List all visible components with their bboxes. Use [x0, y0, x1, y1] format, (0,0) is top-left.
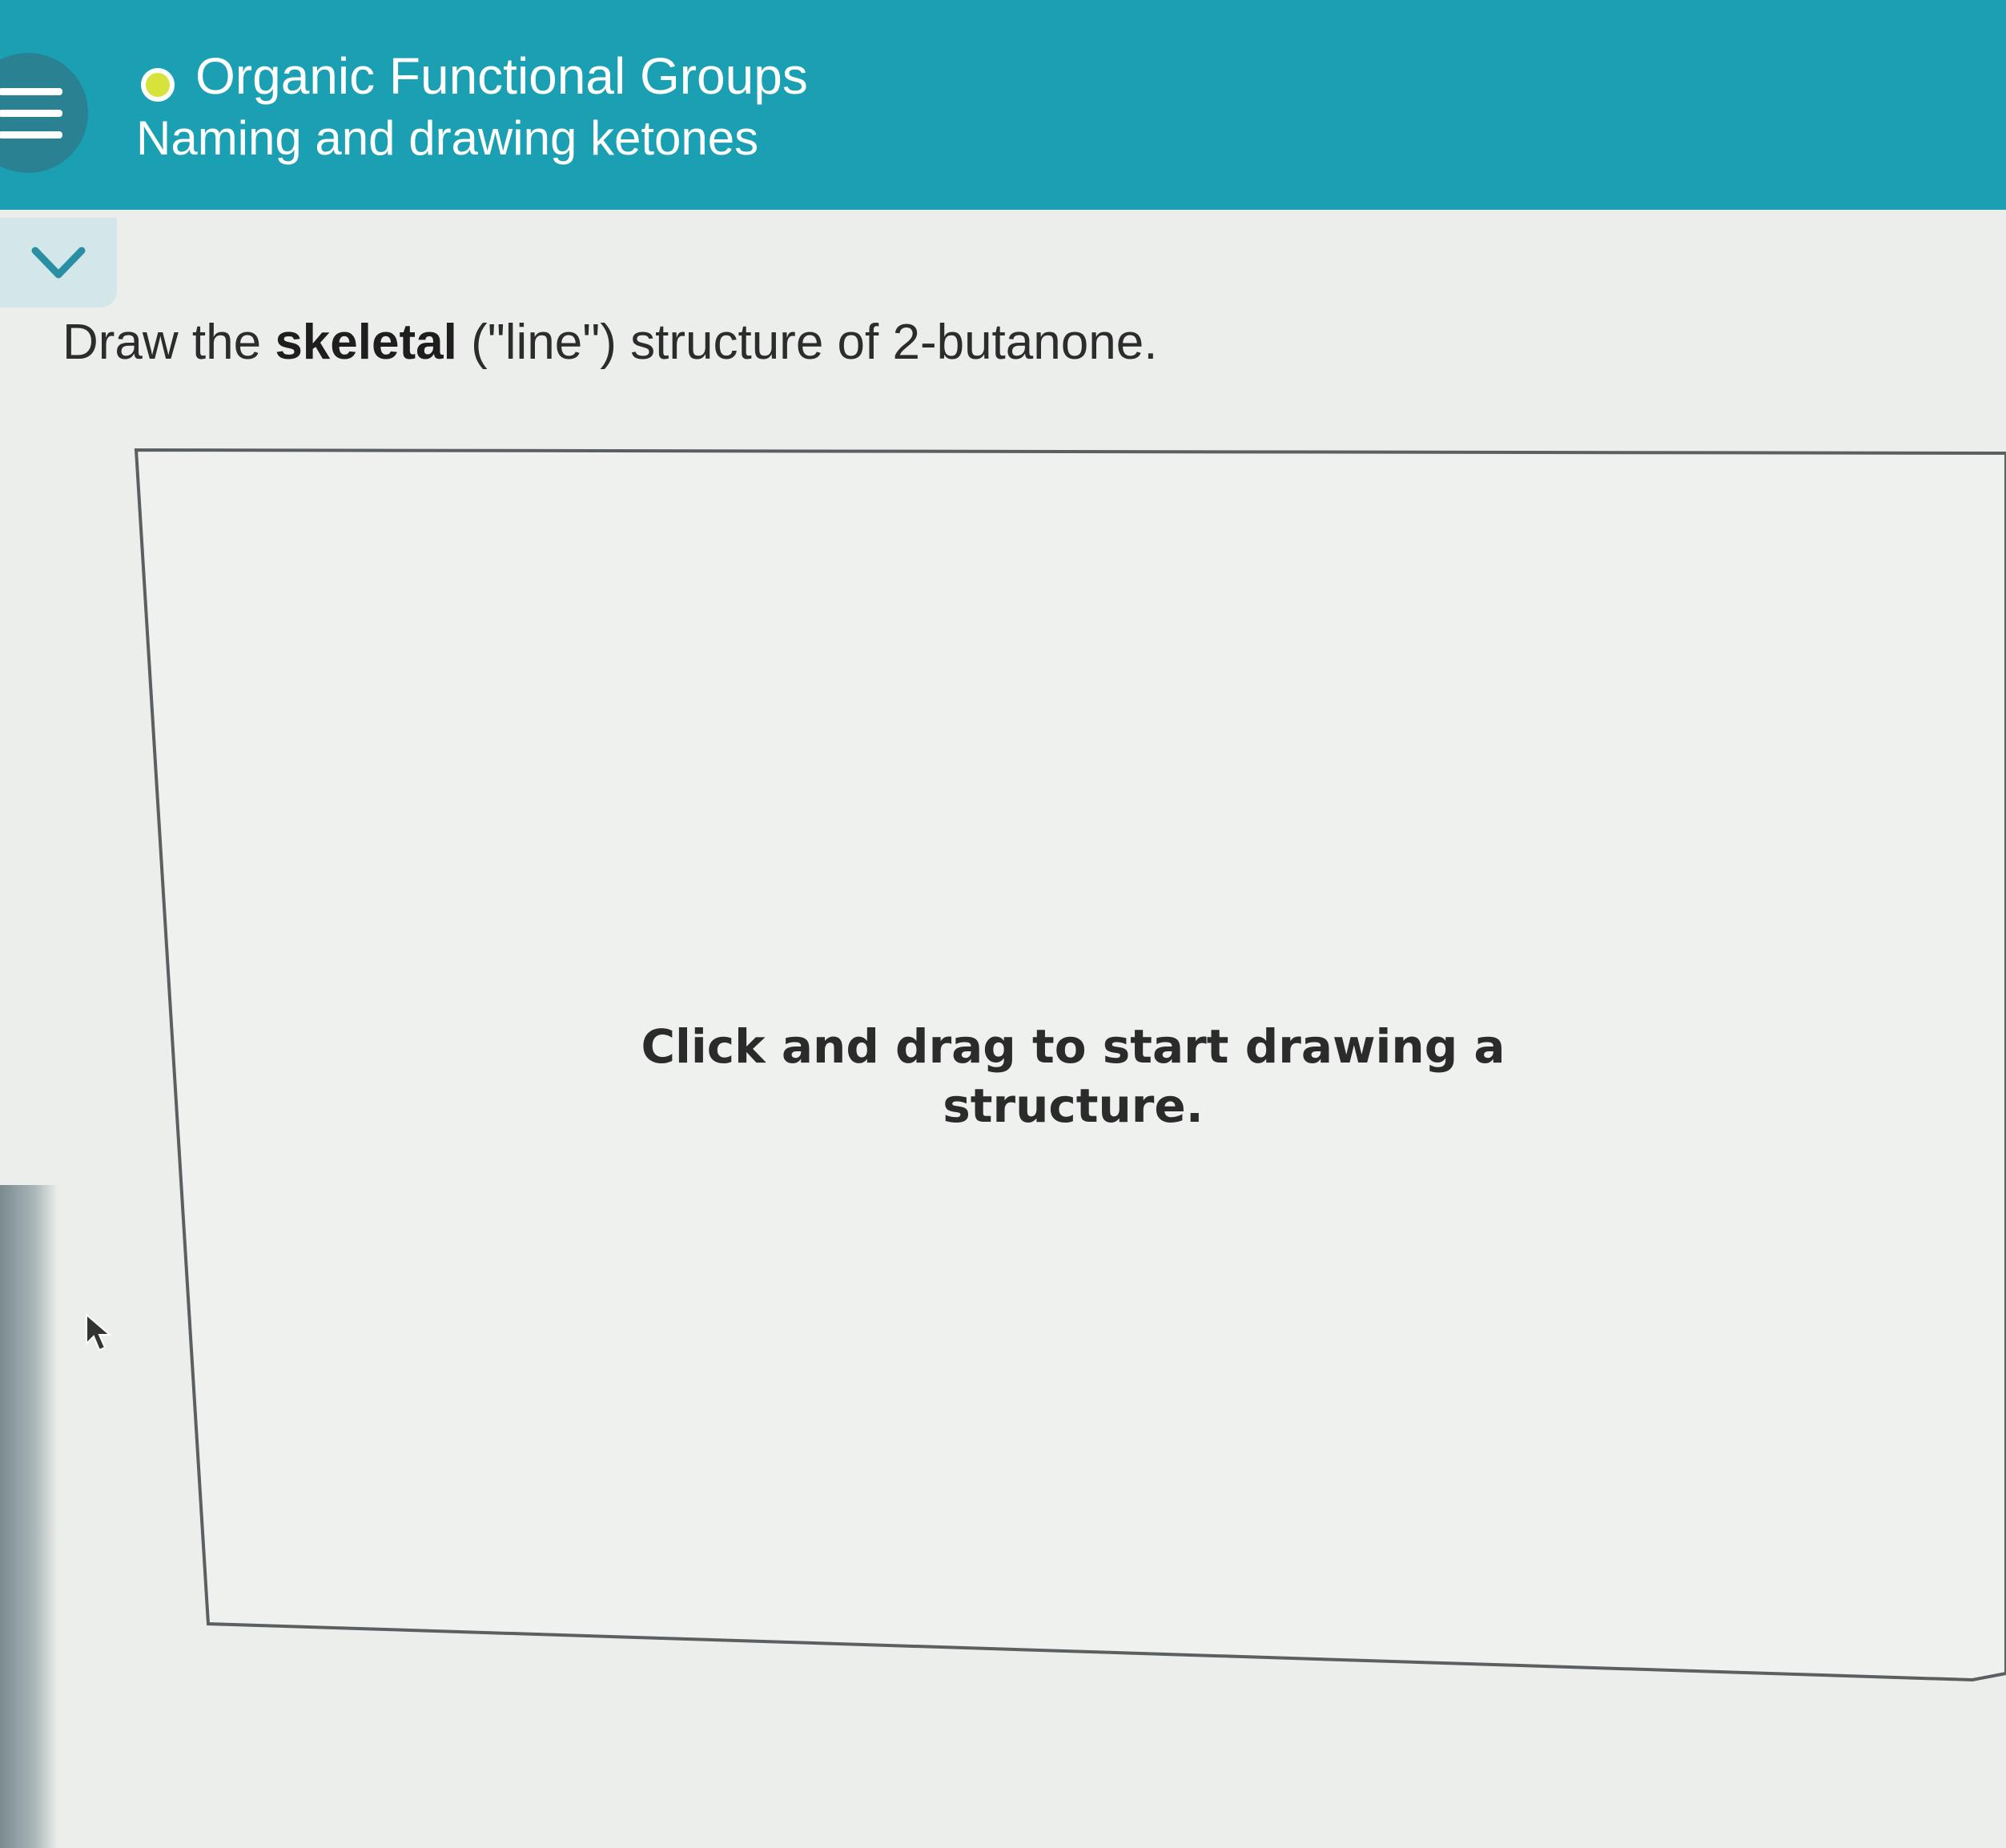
question-prefix: Draw the [62, 315, 275, 370]
progress-status-dot [141, 68, 175, 102]
hamburger-line [0, 109, 62, 117]
menu-button[interactable] [0, 53, 88, 173]
question-bold-term: skeletal [275, 315, 457, 370]
chevron-down-icon [31, 247, 86, 279]
collapse-toggle-button[interactable] [0, 218, 117, 307]
question-prompt: Draw the skeletal ("line") structure of … [62, 314, 1157, 371]
hamburger-menu-icon [0, 87, 62, 95]
page: Organic Functional Groups Naming and dra… [0, 0, 2006, 1848]
lesson-title: Naming and drawing ketones [136, 111, 759, 165]
topic-title: Organic Functional Groups [195, 47, 808, 105]
question-suffix: ("line") structure of 2-butanone. [456, 315, 1158, 370]
mouse-pointer-icon [86, 1313, 112, 1352]
hamburger-line [0, 131, 62, 139]
screen-bezel [0, 1185, 58, 1848]
drawing-hint: Click and drag to start drawing a struct… [641, 1019, 1506, 1133]
header-bar: Organic Functional Groups Naming and dra… [0, 0, 2006, 210]
